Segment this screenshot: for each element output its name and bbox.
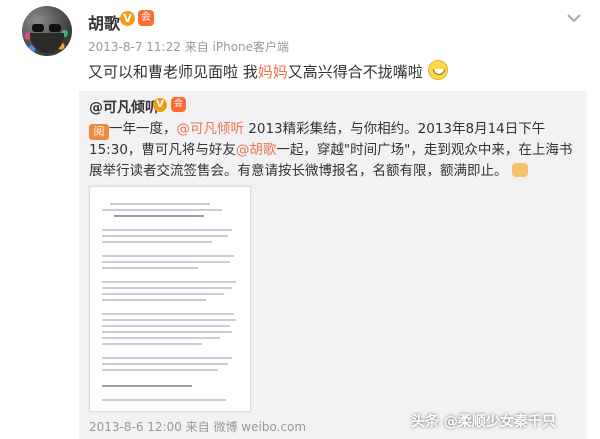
post-text: 又可以和曹老师见面啦 我妈妈又高兴得合不拢嘴啦 bbox=[88, 60, 588, 84]
repost-mention-2[interactable]: @胡歌 bbox=[236, 142, 277, 158]
member-icon: 会 bbox=[138, 10, 154, 26]
avatar-glasses bbox=[32, 24, 62, 32]
chevron-down-icon[interactable] bbox=[566, 12, 582, 24]
repost-footer: 2013-8-6 12:00 来自 微博 weibo.com bbox=[89, 420, 307, 434]
weibo-post: 胡歌 V 会 2013-8-7 11:22 来自 iPhone客户端 又可以和曹… bbox=[0, 0, 600, 439]
thumbs-up-icon bbox=[511, 163, 528, 177]
post-text-link[interactable]: 妈妈 bbox=[258, 63, 288, 81]
repost-text-a: 一年一度， bbox=[109, 121, 177, 137]
repost-verified-icon: V bbox=[153, 98, 167, 112]
verified-icon: V bbox=[120, 11, 135, 26]
repost-text: 阅一年一度，@可凡倾听 2013精彩集结，与你相约。2013年8月14日下午15… bbox=[89, 119, 579, 182]
repost-member-icon: 会 bbox=[171, 97, 186, 112]
repost-author[interactable]: @可凡倾听 bbox=[89, 97, 159, 117]
post-time[interactable]: 2013-8-7 11:22 bbox=[88, 40, 181, 54]
grin-emoji-icon bbox=[427, 60, 448, 80]
post-text-1: 又可以和曹老师见面啦 我 bbox=[88, 63, 258, 81]
watermark: 头条 @柔顺少女秦千只 bbox=[411, 414, 556, 430]
repost-mention-1[interactable]: @可凡倾听 bbox=[177, 121, 245, 137]
author-avatar[interactable] bbox=[22, 6, 72, 56]
post-text-2: 又高兴得合不拢嘴啦 bbox=[287, 63, 423, 81]
repost-card[interactable]: @可凡倾听 V 会 阅一年一度，@可凡倾听 2013精彩集结，与你相约。2013… bbox=[79, 91, 587, 439]
long-weibo-image[interactable] bbox=[89, 186, 251, 412]
author-name[interactable]: 胡歌 bbox=[88, 10, 120, 34]
post-meta: 2013-8-7 11:22 来自 iPhone客户端 bbox=[88, 38, 289, 55]
post-source: 来自 iPhone客户端 bbox=[184, 40, 290, 54]
read-tag-icon: 阅 bbox=[89, 124, 109, 140]
